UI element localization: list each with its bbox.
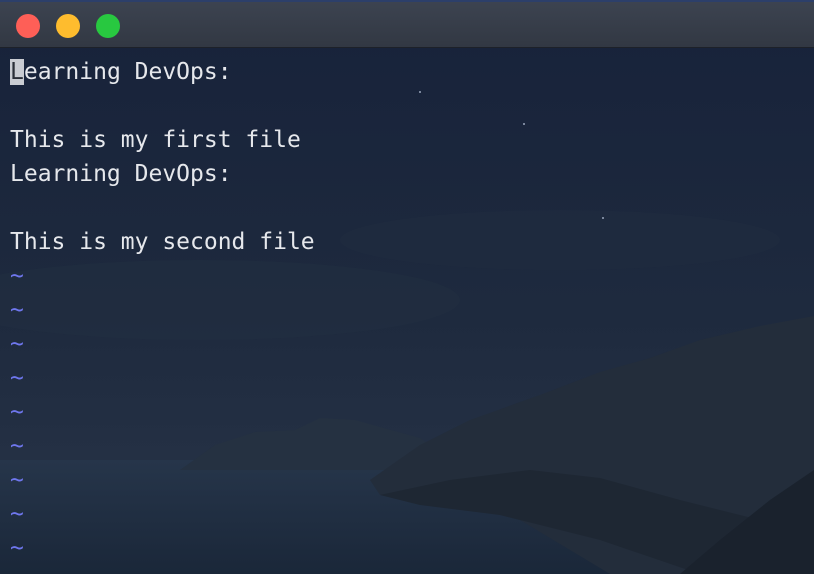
title-bar[interactable] <box>0 0 814 48</box>
empty-line-tilde: ~ <box>10 399 24 425</box>
empty-line-tilde: ~ <box>10 501 24 527</box>
empty-line-tilde: ~ <box>10 467 24 493</box>
empty-line-tilde: ~ <box>10 433 24 459</box>
line-text: earning DevOps: <box>23 59 232 85</box>
close-button[interactable] <box>16 14 40 38</box>
empty-line-tilde: ~ <box>10 297 24 323</box>
empty-line-tilde: ~ <box>10 535 24 561</box>
terminal-window: Learning DevOps: This is my first file L… <box>0 0 814 574</box>
text-line <box>10 89 810 123</box>
minimize-button[interactable] <box>56 14 80 38</box>
empty-line-tilde: ~ <box>10 331 24 357</box>
text-line: This is my first file <box>10 127 301 153</box>
text-line: Learning DevOps: <box>10 161 232 187</box>
text-line <box>10 191 810 225</box>
empty-line-tilde: ~ <box>10 263 24 289</box>
empty-line-tilde: ~ <box>10 365 24 391</box>
text-cursor: L <box>10 59 24 85</box>
text-line: Learning DevOps: <box>10 55 810 89</box>
text-line: This is my second file <box>10 229 315 255</box>
vim-editor[interactable]: Learning DevOps: This is my first file L… <box>10 55 810 565</box>
zoom-button[interactable] <box>96 14 120 38</box>
